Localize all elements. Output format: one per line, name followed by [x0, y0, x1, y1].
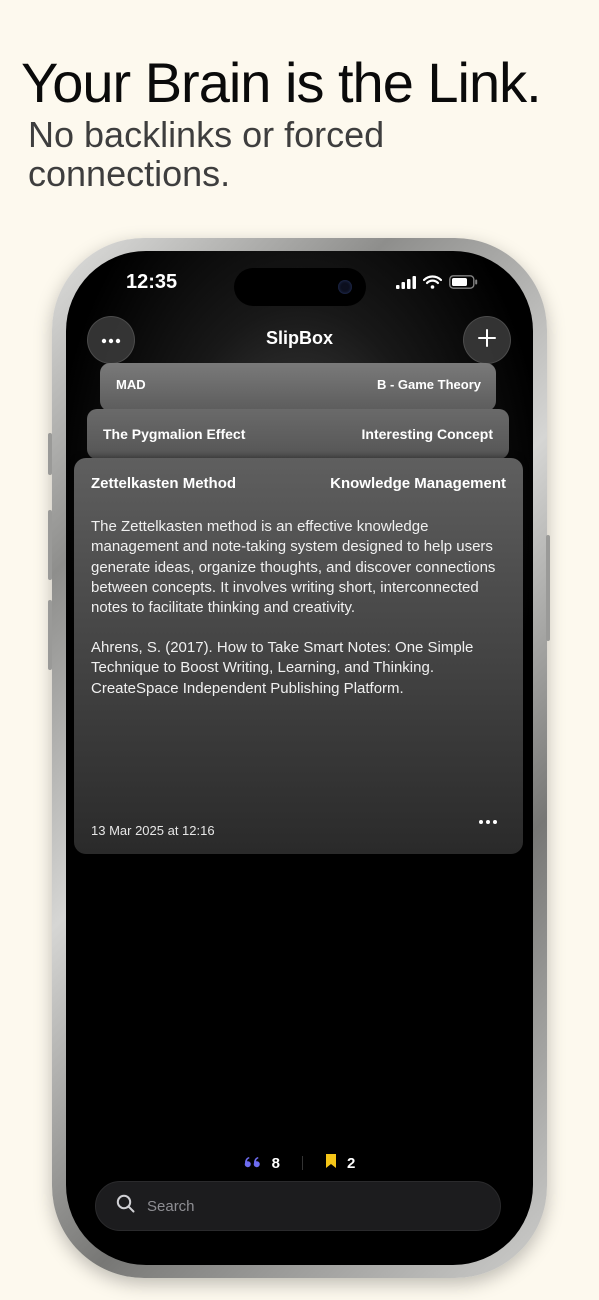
note-reference: Ahrens, S. (2017). How to Take Smart Not… [91, 639, 474, 697]
note-card-title: MAD [116, 377, 146, 392]
dynamic-island [234, 268, 366, 306]
phone-power-button [546, 535, 550, 641]
note-body: The Zettelkasten method is an effective … [91, 518, 496, 617]
note-card-mad[interactable]: MAD B - Game Theory [100, 363, 496, 411]
page: Your Brain is the Link. No backlinks or … [0, 0, 599, 1300]
note-title: Zettelkasten Method [91, 475, 237, 492]
search-icon [116, 1194, 135, 1218]
subheadline: No backlinks or forced connections. [28, 114, 385, 194]
note-card-zettelkasten[interactable]: Zettelkasten Method Knowledge Management… [74, 458, 523, 854]
quotes-count-value: 8 [271, 1154, 280, 1172]
note-options-button[interactable] [479, 820, 497, 824]
status-time: 12:35 [126, 271, 178, 293]
signal-icon [396, 275, 416, 294]
counts-bar: 8 2 [66, 1153, 533, 1173]
bookmarks-count-value: 2 [347, 1154, 356, 1172]
headline: Your Brain is the Link. [21, 51, 542, 114]
camera-icon [338, 280, 352, 294]
note-date: 13 Mar 2025 at 12:16 [91, 823, 215, 838]
wifi-icon [422, 275, 443, 294]
quote-icon [244, 1155, 262, 1172]
plus-icon [477, 328, 497, 353]
note-card-pygmalion[interactable]: The Pygmalion Effect Interesting Concept [87, 409, 509, 459]
note-header: Zettelkasten Method Knowledge Management [91, 475, 506, 492]
phone-volume-up-button [48, 510, 52, 580]
bookmarks-count[interactable]: 2 [325, 1153, 355, 1173]
phone-action-button [48, 433, 52, 475]
ellipsis-icon [479, 820, 497, 824]
bookmark-icon [325, 1153, 337, 1173]
status-icons [396, 275, 478, 294]
quotes-count[interactable]: 8 [244, 1155, 280, 1172]
counts-divider [302, 1156, 303, 1170]
battery-icon [449, 275, 478, 294]
phone-screen: 12:35 SlipBox MAD B - Game Theory The Py… [66, 251, 533, 1265]
note-card-tag: Interesting Concept [361, 426, 493, 442]
search-bar[interactable]: Search [95, 1181, 501, 1231]
phone-volume-down-button [48, 600, 52, 670]
note-tag: Knowledge Management [330, 475, 506, 492]
search-input[interactable]: Search [147, 1198, 195, 1215]
note-card-title: The Pygmalion Effect [103, 426, 246, 442]
add-note-button[interactable] [463, 316, 511, 364]
note-card-tag: B - Game Theory [376, 377, 481, 392]
